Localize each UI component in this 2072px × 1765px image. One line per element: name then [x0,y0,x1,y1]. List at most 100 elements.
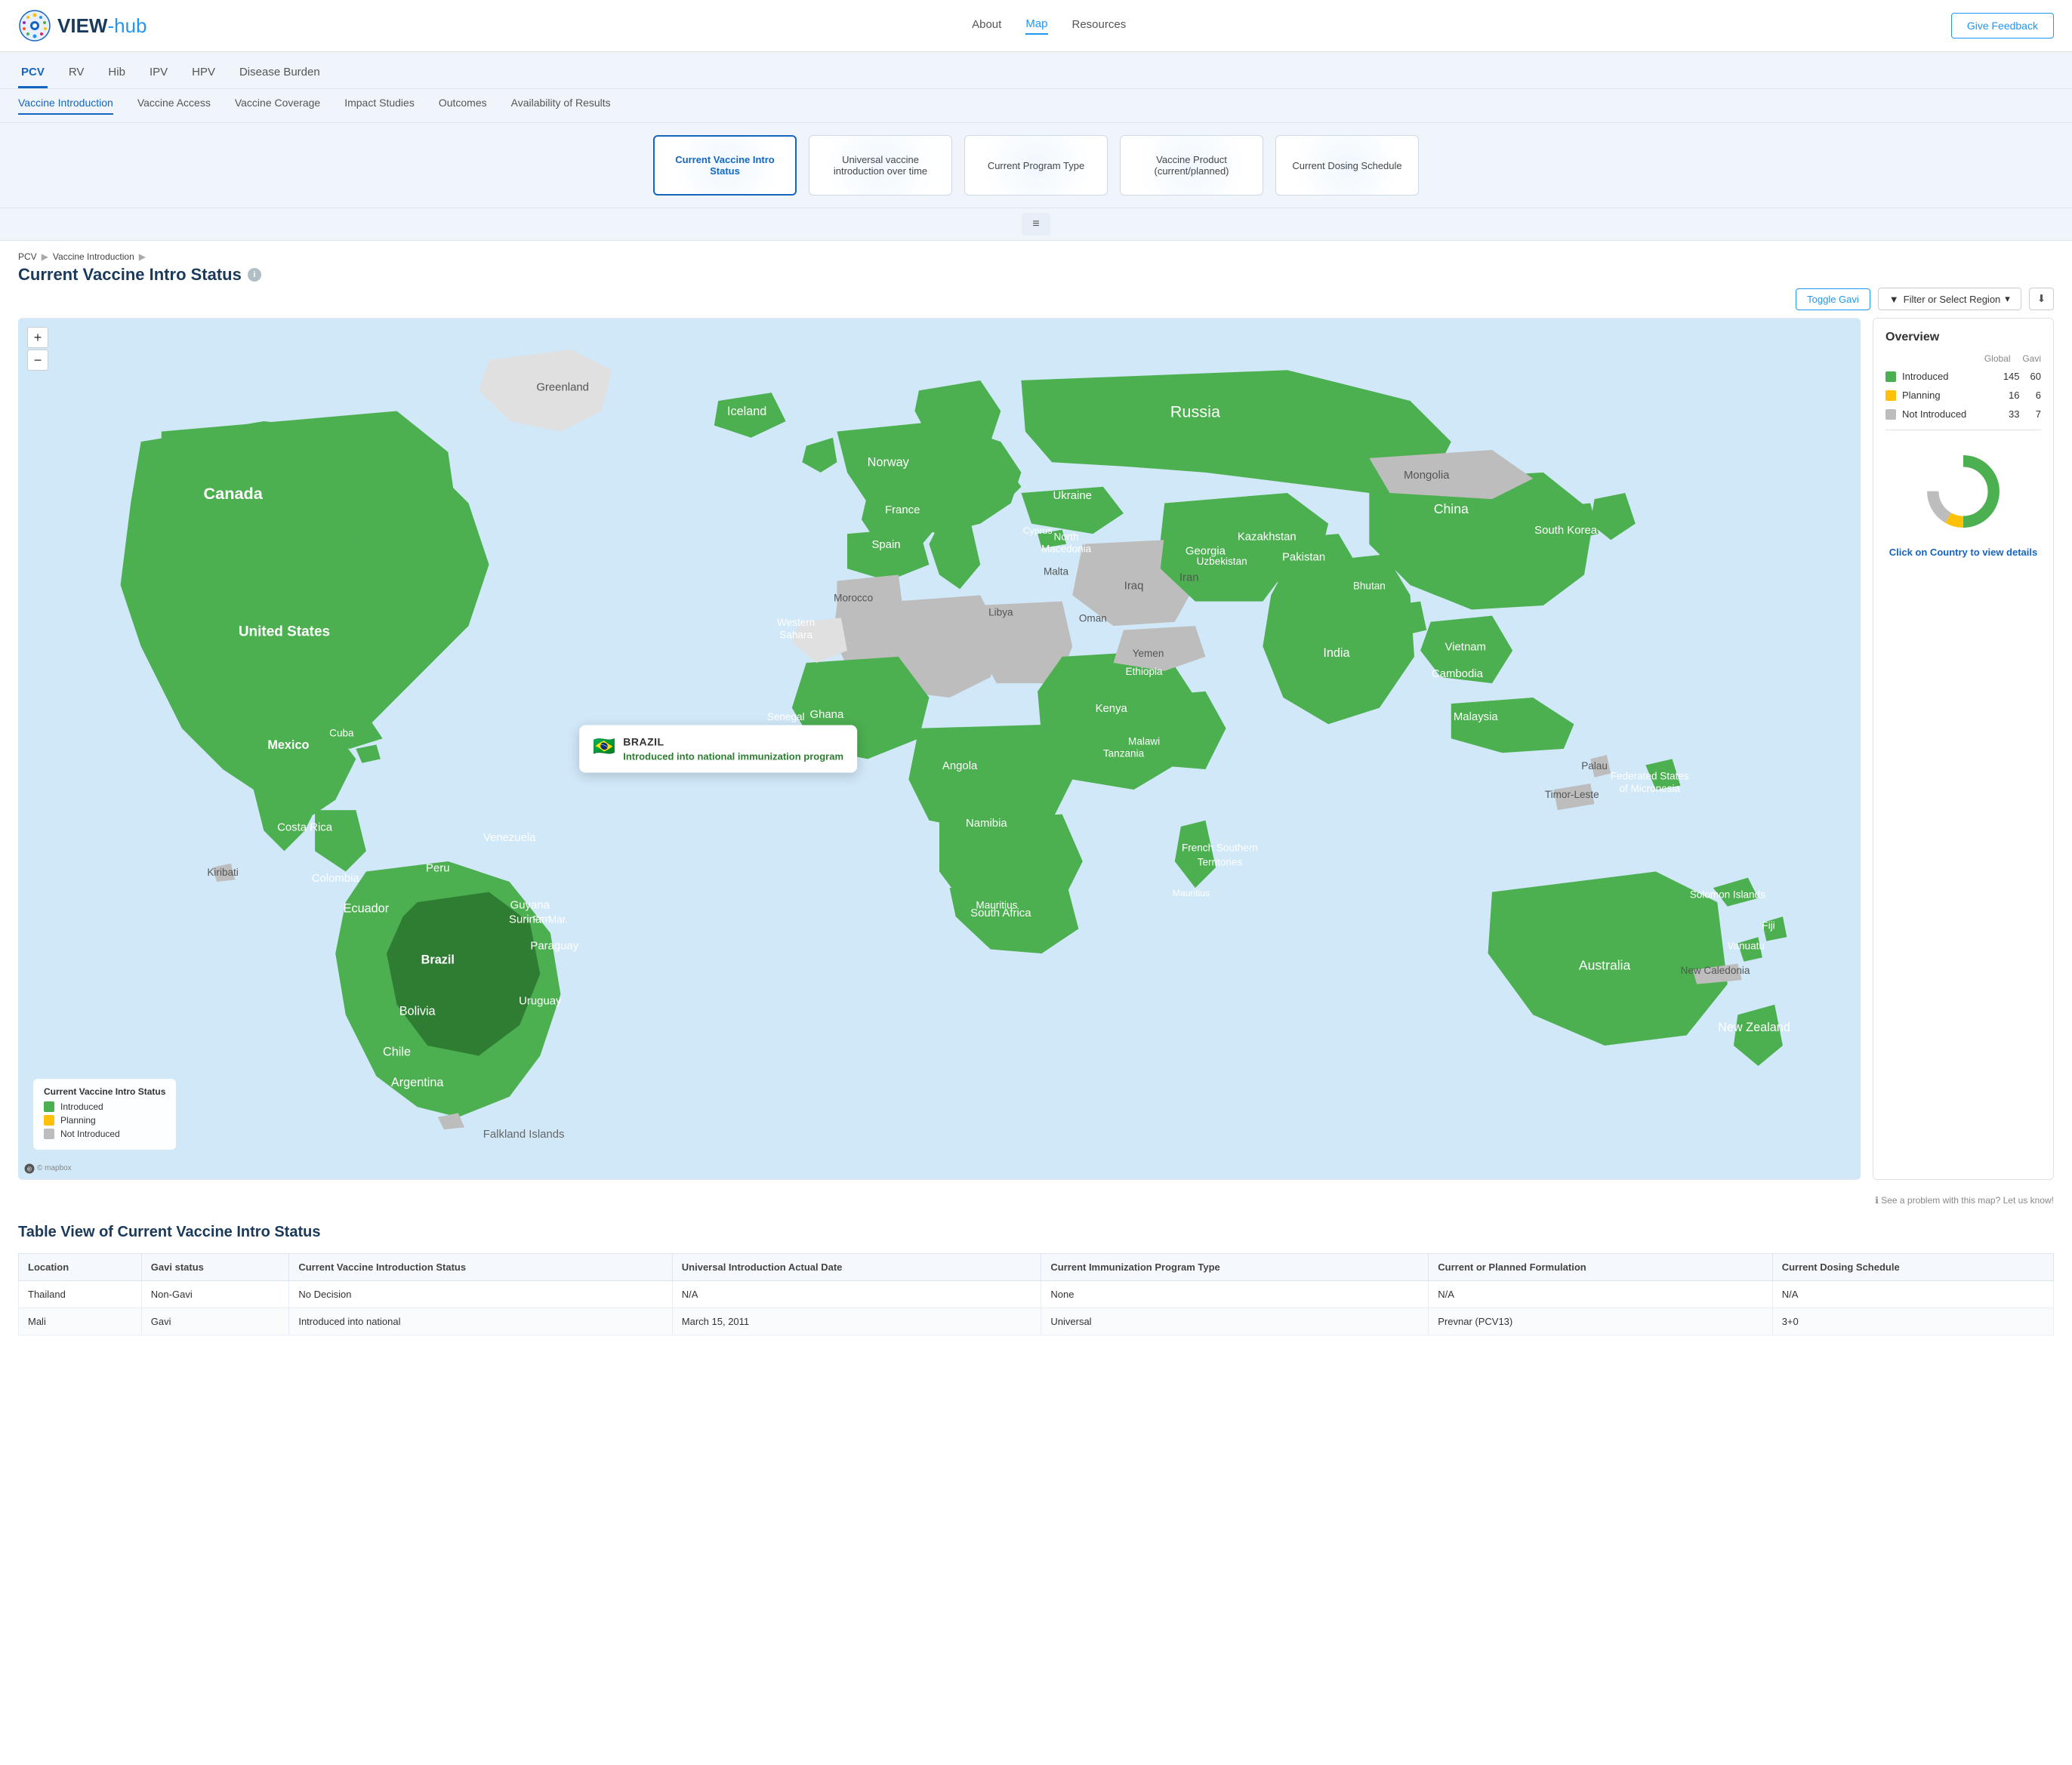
svg-text:France: France [885,504,920,516]
ov-not-introduced-global: 33 [1979,405,2020,424]
toggle-gavi-button[interactable]: Toggle Gavi [1796,288,1870,310]
col-intro-date: Universal Introduction Actual Date [672,1253,1041,1280]
svg-text:Spain: Spain [871,539,900,551]
cell-gavi-1: Gavi [141,1308,289,1335]
svg-text:Vanuatu: Vanuatu [1727,941,1764,952]
svg-text:Timor-Leste: Timor-Leste [1545,789,1599,800]
view-card-vaccine-product[interactable]: Vaccine Product (current/planned) [1120,135,1263,196]
download-button[interactable]: ⬇ [2029,288,2054,310]
cell-dosing-0: N/A [1772,1280,2053,1308]
svg-text:Ethiopia: Ethiopia [1126,666,1163,677]
svg-text:Cuba: Cuba [329,728,354,739]
svg-text:Iran: Iran [1179,572,1199,584]
svg-text:Kiribati: Kiribati [207,867,238,878]
svg-text:Libya: Libya [988,607,1013,618]
svg-text:Ghana: Ghana [810,709,844,721]
svg-text:Mexico: Mexico [267,738,309,752]
svg-text:Kazakhstan: Kazakhstan [1238,531,1297,543]
info-icon[interactable]: i [248,268,261,282]
brazil-status: Introduced into national immunization pr… [623,750,843,762]
hamburger-row: ≡ [0,208,2072,241]
nav-resources[interactable]: Resources [1072,18,1127,34]
legend-introduced-color [44,1101,54,1112]
sub-tab-availability[interactable]: Availability of Results [511,97,611,115]
page-title: Current Vaccine Intro Status i [18,265,2054,285]
filter-region-button[interactable]: ▼ Filter or Select Region ▾ [1878,288,2021,310]
sub-tab-vaccine-introduction[interactable]: Vaccine Introduction [18,97,113,115]
svg-text:Namibia: Namibia [966,818,1007,830]
sub-tab-outcomes[interactable]: Outcomes [439,97,487,115]
cell-gavi-0: Non-Gavi [141,1280,289,1308]
donut-chart-container [1885,442,2041,541]
ov-not-introduced-dot [1885,409,1896,420]
view-cards: Current Vaccine Intro Status Universal v… [0,123,2072,208]
svg-text:New Zealand: New Zealand [1718,1021,1790,1034]
svg-text:India: India [1323,646,1350,660]
logo-icon [18,9,51,42]
svg-text:Yemen: Yemen [1133,648,1164,659]
sub-tab-impact-studies[interactable]: Impact Studies [344,97,415,115]
svg-text:Argentina: Argentina [391,1076,445,1089]
svg-text:©: © [27,1166,32,1172]
cell-intro-date-1: March 15, 2011 [672,1308,1041,1335]
view-card-current-intro[interactable]: Current Vaccine Intro Status [653,135,797,196]
svg-text:Russia: Russia [1170,402,1221,421]
nav-about[interactable]: About [972,18,1001,34]
controls-row: Toggle Gavi ▼ Filter or Select Region ▾ … [0,288,2072,318]
svg-text:China: China [1434,501,1469,516]
table-section: Table View of Current Vaccine Intro Stat… [0,1212,2072,1348]
overview-table: Global Gavi Introduced 145 60 Plannin [1885,353,2041,424]
svg-text:Uzbekistan: Uzbekistan [1197,556,1247,567]
view-card-universal-intro[interactable]: Universal vaccine introduction over time [809,135,952,196]
svg-text:Ecuador: Ecuador [344,902,390,916]
svg-text:Palau: Palau [1581,760,1608,772]
logo: VIEW-hub [18,9,147,42]
overview-row-not-introduced: Not Introduced 33 7 [1885,405,2041,424]
zoom-in-button[interactable]: + [27,327,48,348]
col-gavi-status: Gavi status [141,1253,289,1280]
feedback-button[interactable]: Give Feedback [1951,13,2054,39]
map-container[interactable]: + − [18,318,1861,1180]
data-table: Location Gavi status Current Vaccine Int… [18,1253,2054,1335]
view-card-program-type[interactable]: Current Program Type [964,135,1108,196]
map-zoom-controls: + − [27,327,48,371]
view-card-dosing-schedule[interactable]: Current Dosing Schedule [1275,135,1419,196]
svg-text:South Korea: South Korea [1534,525,1598,537]
col-location: Location [19,1253,142,1280]
vaccine-tab-rv[interactable]: RV [66,60,88,88]
ov-introduced-global: 145 [1979,367,2020,386]
zoom-out-button[interactable]: − [27,350,48,371]
mapbox-logo-icon: © [24,1163,35,1174]
svg-text:Peru: Peru [426,862,450,874]
vaccine-tab-disease-burden[interactable]: Disease Burden [236,60,323,88]
hamburger-button[interactable]: ≡ [1022,213,1050,236]
svg-text:Colombia: Colombia [312,873,360,885]
svg-text:Ukraine: Ukraine [1053,490,1092,502]
cell-program-type-1: Universal [1041,1308,1429,1335]
ov-not-introduced-gavi: 7 [2020,405,2041,424]
cell-program-type-0: None [1041,1280,1429,1308]
svg-text:Mauritius: Mauritius [1173,888,1210,898]
svg-text:Paraguay: Paraguay [530,941,578,953]
table-header-row: Location Gavi status Current Vaccine Int… [19,1253,2054,1280]
col-formulation: Current or Planned Formulation [1429,1253,1772,1280]
svg-text:WesternSahara: WesternSahara [777,617,815,640]
vaccine-tab-hib[interactable]: Hib [105,60,128,88]
legend-item-planning: Planning [44,1115,165,1126]
click-hint: Click on Country to view details [1885,547,2041,558]
svg-text:Cyprus: Cyprus [1023,525,1053,536]
svg-text:Chile: Chile [383,1045,411,1058]
table-row: Thailand Non-Gavi No Decision N/A None N… [19,1280,2054,1308]
sub-tab-vaccine-access[interactable]: Vaccine Access [137,97,211,115]
chevron-down-icon: ▾ [2005,293,2010,305]
ov-planning-gavi: 6 [2020,386,2041,405]
overview-row-planning: Planning 16 6 [1885,386,2041,405]
svg-text:Brazil: Brazil [421,953,455,966]
vaccine-tab-pcv[interactable]: PCV [18,60,48,88]
nav-map[interactable]: Map [1025,17,1047,35]
vaccine-tab-ipv[interactable]: IPV [146,60,171,88]
vaccine-tab-hpv[interactable]: HPV [189,60,218,88]
svg-text:Bhutan: Bhutan [1353,580,1386,591]
sub-tab-vaccine-coverage[interactable]: Vaccine Coverage [235,97,320,115]
filter-icon: ▼ [1889,294,1899,305]
